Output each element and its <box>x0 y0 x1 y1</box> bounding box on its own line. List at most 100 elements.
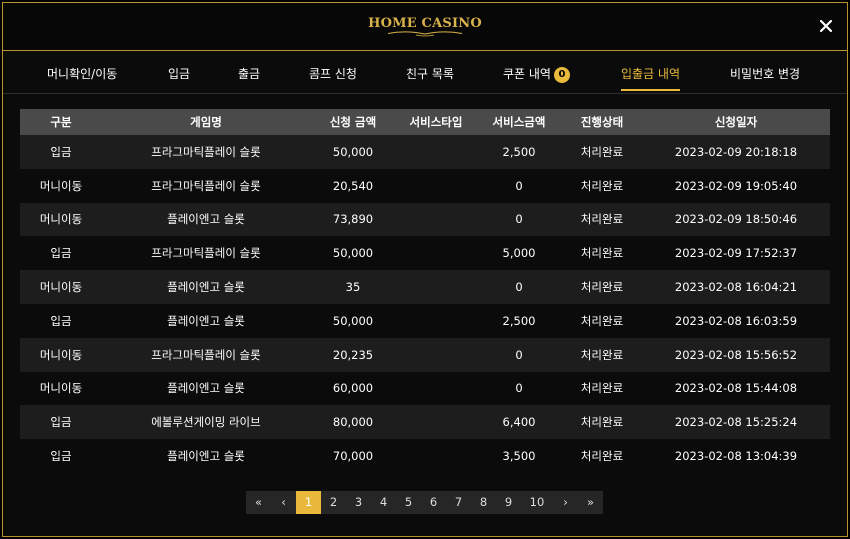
page-button-9[interactable]: 9 <box>496 491 521 514</box>
table-row: 입금 에볼루션게이밍 라이브 80,000 6,400 처리완료 2023-02-08 1… <box>20 405 830 440</box>
table-row: 머니이동 플레이엔고 슬롯 35 0 처리완료 2023-02-08 16:04:21 <box>20 270 830 304</box>
cell-service-type <box>396 337 476 372</box>
cell-request-date: 2023-02-09 18:50:46 <box>642 202 830 237</box>
cell-request-amount: 73,890 <box>310 202 396 237</box>
coupon-count-badge: 0 <box>553 67 570 83</box>
cell-type: 입금 <box>20 236 102 271</box>
page-first-button[interactable]: « <box>246 491 271 514</box>
page-prev-button[interactable]: ‹ <box>271 491 296 514</box>
table-row: 머니이동 플레이엔고 슬롯 60,000 0 처리완료 2023-02-08 15:44:… <box>20 371 830 406</box>
tab-withdraw[interactable]: 출금 <box>238 52 260 94</box>
cell-service-type <box>396 371 476 406</box>
table-row: 입금 플레이엔고 슬롯 50,000 2,500 처리완료 2023-02-08 16:0… <box>20 303 830 338</box>
modal-header: HOME CASINO <box>3 3 847 51</box>
cell-status: 처리완료 <box>562 236 642 271</box>
tab-label: 입금 <box>168 67 191 81</box>
cell-type: 입금 <box>20 303 102 338</box>
page-button-4[interactable]: 4 <box>371 491 396 514</box>
tab-deposit[interactable]: 입금 <box>168 52 190 94</box>
cell-status: 처리완료 <box>562 135 642 169</box>
cell-type: 입금 <box>20 439 102 473</box>
tab-money-check-transfer[interactable]: 머니확인/이동 <box>47 52 117 94</box>
page-button-2[interactable]: 2 <box>321 491 346 514</box>
cell-request-date: 2023-02-08 16:03:59 <box>642 303 830 338</box>
cell-game-name: 플레이엔고 슬롯 <box>102 270 310 304</box>
page-button-7[interactable]: 7 <box>446 491 471 514</box>
cell-request-amount: 50,000 <box>310 236 396 271</box>
table-row: 입금 프라그마틱플레이 슬롯 50,000 5,000 처리완료 2023-02-09 1… <box>20 236 830 271</box>
cell-request-amount: 20,540 <box>310 168 396 203</box>
cell-request-amount: 80,000 <box>310 405 396 440</box>
cell-request-amount: 50,000 <box>310 303 396 338</box>
transaction-table: 구분 게임명 신청 금액 서비스타입 서비스금액 진행상태 신청일자 입금 프라그… <box>20 109 830 473</box>
cell-type: 머니이동 <box>20 371 102 406</box>
table-row: 입금 프라그마틱플레이 슬롯 50,000 2,500 처리완료 2023-02-09 2… <box>20 135 830 169</box>
cell-game-name: 프라그마틱플레이 슬롯 <box>102 135 310 169</box>
page-button-5[interactable]: 5 <box>396 491 421 514</box>
column-header-request-amount: 신청 금액 <box>310 109 396 135</box>
cell-request-date: 2023-02-08 15:56:52 <box>642 337 830 372</box>
tab-change-password[interactable]: 비밀번호 변경 <box>730 52 800 94</box>
logo-text: HOME CASINO <box>368 16 482 31</box>
tab-label: 머니확인/이동 <box>47 67 118 81</box>
page-button-6[interactable]: 6 <box>421 491 446 514</box>
pagination: « ‹ 1 2 3 4 5 6 7 8 9 10 › » <box>246 491 603 514</box>
home-casino-logo: HOME CASINO <box>368 16 482 37</box>
cell-request-date: 2023-02-08 15:25:24 <box>642 405 830 440</box>
cell-request-date: 2023-02-09 20:18:18 <box>642 135 830 169</box>
close-icon[interactable] <box>817 17 835 35</box>
column-header-service-type: 서비스타입 <box>396 109 476 135</box>
cell-status: 처리완료 <box>562 303 642 338</box>
column-header-service-amount: 서비스금액 <box>476 109 562 135</box>
cell-type: 머니이동 <box>20 168 102 203</box>
tab-label: 친구 목록 <box>406 67 454 81</box>
table-row: 머니이동 프라그마틱플레이 슬롯 20,235 0 처리완료 2023-02-08 15:… <box>20 337 830 372</box>
column-header-request-date: 신청일자 <box>642 109 830 135</box>
column-header-game-name: 게임명 <box>102 109 310 135</box>
cell-service-type <box>396 236 476 271</box>
table-header-row: 구분 게임명 신청 금액 서비스타입 서비스금액 진행상태 신청일자 <box>20 109 830 135</box>
cell-status: 처리완료 <box>562 371 642 406</box>
cell-service-type <box>396 168 476 203</box>
cell-service-type <box>396 135 476 169</box>
cell-service-type <box>396 439 476 473</box>
page-button-10[interactable]: 10 <box>521 491 553 514</box>
cell-service-amount: 0 <box>476 270 562 304</box>
table-row: 머니이동 프라그마틱플레이 슬롯 20,540 0 처리완료 2023-02-09 19:… <box>20 168 830 203</box>
cell-game-name: 프라그마틱플레이 슬롯 <box>102 168 310 203</box>
cell-request-date: 2023-02-08 15:44:08 <box>642 371 830 406</box>
cell-service-amount: 0 <box>476 168 562 203</box>
tab-label: 콤프 신청 <box>309 67 357 81</box>
cell-status: 처리완료 <box>562 270 642 304</box>
tab-coupon-history[interactable]: 쿠폰 내역 0 <box>503 52 570 94</box>
cell-status: 처리완료 <box>562 439 642 473</box>
cell-request-date: 2023-02-08 16:04:21 <box>642 270 830 304</box>
cell-service-amount: 3,500 <box>476 439 562 473</box>
cell-service-type <box>396 270 476 304</box>
logo-flourish-icon <box>387 31 463 37</box>
cell-status: 처리완료 <box>562 405 642 440</box>
cell-request-date: 2023-02-09 17:52:37 <box>642 236 830 271</box>
cell-service-amount: 5,000 <box>476 236 562 271</box>
cell-service-amount: 2,500 <box>476 303 562 338</box>
page-button-3[interactable]: 3 <box>346 491 371 514</box>
cell-request-amount: 70,000 <box>310 439 396 473</box>
cell-type: 입금 <box>20 405 102 440</box>
cell-service-amount: 6,400 <box>476 405 562 440</box>
cell-type: 입금 <box>20 135 102 169</box>
casino-history-modal: HOME CASINO 머니확인/이동 입금 출금 콤프 신청 친구 목록 쿠폰… <box>2 2 848 537</box>
tab-label: 입출금 내역 <box>621 67 681 81</box>
page-next-button[interactable]: › <box>553 491 578 514</box>
cell-status: 처리완료 <box>562 337 642 372</box>
tab-transaction-history[interactable]: 입출금 내역 <box>621 52 681 94</box>
tab-bar: 머니확인/이동 입금 출금 콤프 신청 친구 목록 쿠폰 내역 0 입출금 내역 … <box>3 52 847 94</box>
page-button-8[interactable]: 8 <box>471 491 496 514</box>
tab-comp-request[interactable]: 콤프 신청 <box>309 52 357 94</box>
tab-friend-list[interactable]: 친구 목록 <box>406 52 454 94</box>
page-button-1[interactable]: 1 <box>296 491 321 514</box>
cell-game-name: 프라그마틱플레이 슬롯 <box>102 337 310 372</box>
cell-type: 머니이동 <box>20 270 102 304</box>
cell-game-name: 플레이엔고 슬롯 <box>102 371 310 406</box>
page-last-button[interactable]: » <box>578 491 603 514</box>
table-row: 머니이동 플레이엔고 슬롯 73,890 0 처리완료 2023-02-09 18:50:… <box>20 202 830 237</box>
